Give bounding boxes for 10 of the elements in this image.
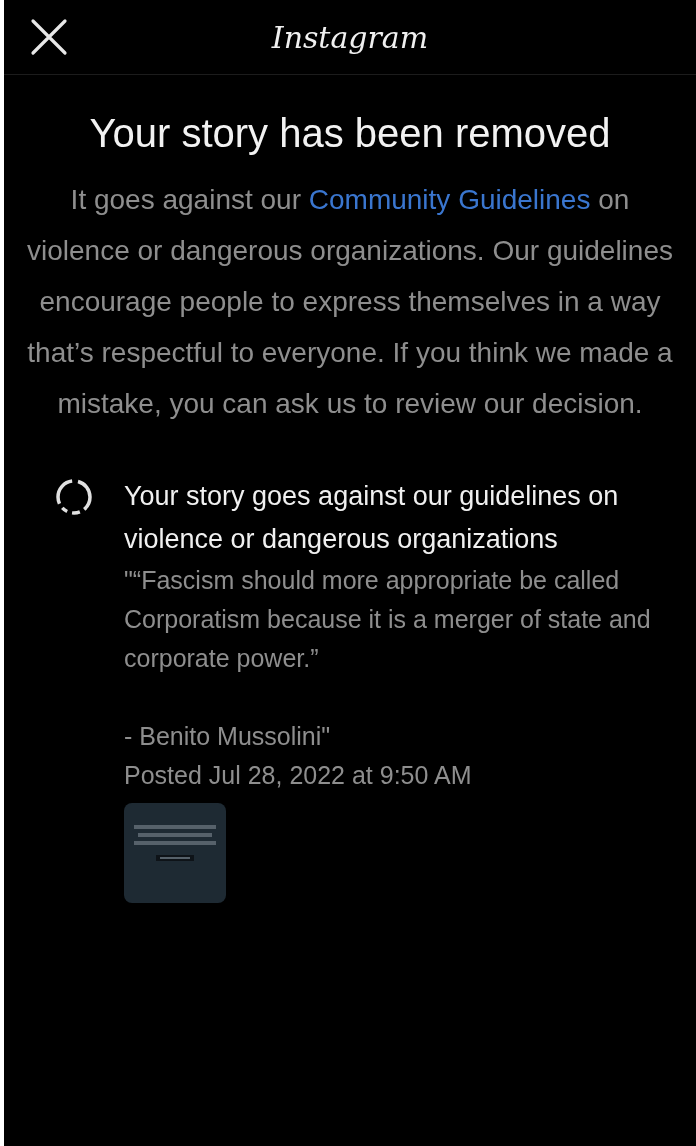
close-icon[interactable] [30,18,68,56]
app-logo: Instagram [271,19,429,55]
removal-message: It goes against our Community Guidelines on violence or dangerous organizations. Our guidelines encourage people to express themselves in a way that’s respectful to everyone. If you think we made a mistake, you can ask us to review our decision. [26,183,674,421]
quoted-text: "“Fascism should more appropriate be called Corporatism because it is a merger of state and corporate power.” [124,565,652,674]
quote-attribution: - Benito Mussolini" [124,721,332,752]
page-title: Your story has been removed [88,111,612,156]
loading-icon [54,477,94,517]
violation-heading: Your story goes against our guidelines on violence or dangerous organizations [124,480,620,556]
community-guidelines-link[interactable]: Community Guidelines [308,184,591,215]
posted-date: Posted Jul 28, 2022 at 9:50 AM [124,760,473,791]
